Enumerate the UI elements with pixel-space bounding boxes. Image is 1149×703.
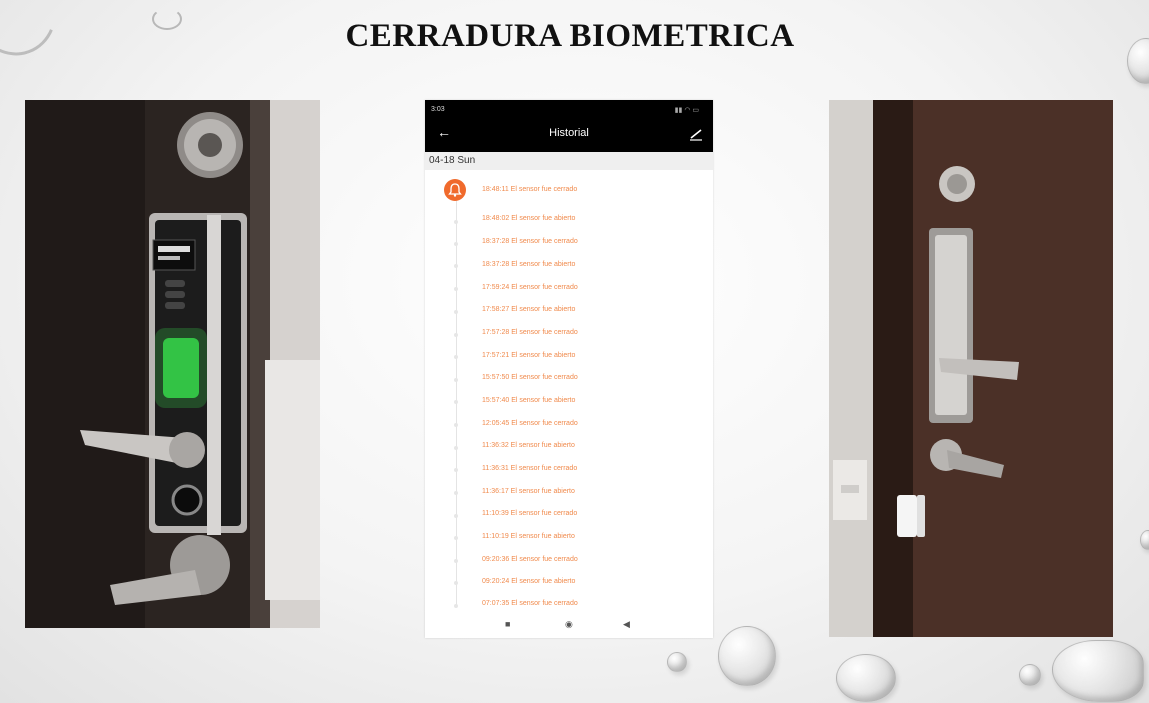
triangle-back-icon[interactable]: ◀ — [623, 619, 630, 630]
event-dot — [454, 491, 458, 495]
event-dot — [454, 220, 458, 224]
event-item[interactable]: 11:36:17 El sensor fue abierto — [482, 488, 575, 495]
event-dot — [454, 423, 458, 427]
lock-illustration — [25, 100, 320, 628]
event-dot — [454, 242, 458, 246]
event-item[interactable]: 11:10:39 El sensor fue cerrado — [482, 510, 577, 517]
circle-nav-icon[interactable]: ◉ — [565, 619, 573, 630]
event-dot — [454, 333, 458, 337]
droplet-bottom-4 — [1019, 664, 1041, 686]
droplet-bottom-5 — [1052, 640, 1144, 702]
event-dot — [454, 468, 458, 472]
slide-title: CERRADURA BIOMETRICA — [345, 18, 795, 54]
droplet-small-right — [1140, 530, 1149, 550]
app-header: 3:03 ▮▮ ◠ ▭ ← Historial — [425, 100, 713, 152]
event-item[interactable]: 18:37:28 El sensor fue abierto — [482, 261, 575, 268]
photo-door-sensor — [829, 100, 1113, 637]
event-dot — [454, 287, 458, 291]
event-dot — [454, 378, 458, 382]
event-dot — [454, 310, 458, 314]
status-icons: ▮▮ ◠ ▭ — [674, 107, 699, 114]
page-title: Historial — [549, 127, 589, 139]
event-item[interactable]: 17:58:27 El sensor fue abierto — [482, 306, 575, 313]
bell-icon — [444, 179, 466, 201]
event-item[interactable]: 09:20:24 El sensor fue abierto — [482, 578, 575, 585]
event-item[interactable]: 18:37:28 El sensor fue cerrado — [482, 238, 578, 245]
event-item[interactable]: 15:57:40 El sensor fue abierto — [482, 397, 575, 404]
droplet-bottom-3 — [836, 654, 896, 702]
droplet-bottom-2 — [718, 626, 776, 686]
event-item[interactable]: 09:20:36 El sensor fue cerrado — [482, 556, 578, 563]
event-item[interactable]: 18:48:11 El sensor fue cerrado — [482, 186, 577, 193]
event-item[interactable]: 07:07:35 El sensor fue cerrado — [482, 600, 578, 607]
door-illustration — [829, 100, 1113, 637]
event-dot — [454, 264, 458, 268]
droplet-bottom-1 — [667, 652, 687, 672]
event-dot — [454, 446, 458, 450]
event-item[interactable]: 11:36:31 El sensor fue cerrado — [482, 465, 577, 472]
event-item[interactable]: 11:10:19 El sensor fue abierto — [482, 533, 575, 540]
event-item[interactable]: 11:36:32 El sensor fue abierto — [482, 442, 575, 449]
event-dot — [454, 604, 458, 608]
photo-biometric-lock — [25, 100, 320, 628]
event-dot — [454, 536, 458, 540]
event-dot — [454, 581, 458, 585]
status-time: 3:03 — [431, 106, 445, 113]
event-item[interactable]: 12:05:45 El sensor fue cerrado — [482, 420, 578, 427]
event-item[interactable]: 17:59:24 El sensor fue cerrado — [482, 284, 578, 291]
event-item[interactable]: 15:57:50 El sensor fue cerrado — [482, 374, 578, 381]
edit-icon[interactable] — [689, 127, 703, 141]
event-dot — [454, 400, 458, 404]
event-dot — [454, 355, 458, 359]
date-label: 04-18 Sun — [429, 155, 476, 166]
square-nav-icon[interactable]: ■ — [505, 619, 510, 629]
event-item[interactable]: 18:48:02 El sensor fue abierto — [482, 215, 575, 222]
event-dot — [454, 514, 458, 518]
event-dot — [454, 559, 458, 563]
phone-screenshot: 3:03 ▮▮ ◠ ▭ ← Historial 04-18 Sun 18:48:… — [425, 100, 713, 638]
date-header: 04-18 Sun — [425, 152, 713, 170]
event-item[interactable]: 17:57:21 El sensor fue abierto — [482, 352, 575, 359]
event-item[interactable]: 17:57:28 El sensor fue cerrado — [482, 329, 578, 336]
android-navbar: ■ ◉ ◀ — [425, 612, 713, 638]
